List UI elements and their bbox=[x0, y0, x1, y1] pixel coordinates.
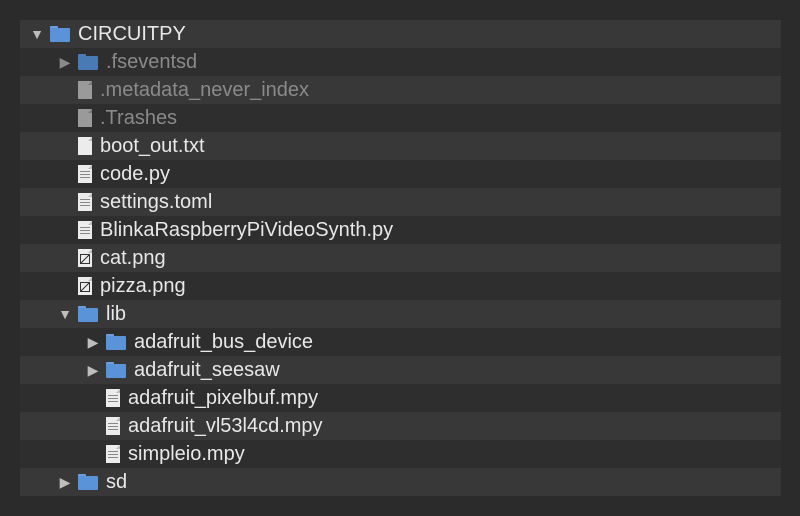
folder-icon bbox=[78, 474, 98, 490]
tree-row-label: pizza.png bbox=[100, 275, 186, 297]
tree-row-label: .fseventsd bbox=[106, 51, 198, 73]
collapsed-chevron-icon[interactable]: ▶ bbox=[86, 334, 100, 350]
file-tree: ▼ CIRCUITPY ▶ .fseventsd .metadata_never… bbox=[20, 20, 781, 496]
tree-row-label: code.py bbox=[100, 163, 171, 185]
script-file-icon bbox=[106, 389, 120, 407]
tree-row-code-py[interactable]: code.py bbox=[20, 160, 781, 188]
tree-row-adafruit-seesaw[interactable]: ▶ adafruit_seesaw bbox=[20, 356, 781, 384]
tree-row-pizza-png[interactable]: pizza.png bbox=[20, 272, 781, 300]
tree-row-adafruit-pixelbuf[interactable]: adafruit_pixelbuf.mpy bbox=[20, 384, 781, 412]
collapsed-chevron-icon[interactable]: ▶ bbox=[86, 362, 100, 378]
tree-row-circuitpy[interactable]: ▼ CIRCUITPY bbox=[20, 20, 781, 48]
script-file-icon bbox=[78, 221, 92, 239]
tree-row-trashes[interactable]: .Trashes bbox=[20, 104, 781, 132]
tree-row-adafruit-vl53l4cd[interactable]: adafruit_vl53l4cd.mpy bbox=[20, 412, 781, 440]
tree-row-simpleio[interactable]: simpleio.mpy bbox=[20, 440, 781, 468]
tree-row-settings-toml[interactable]: settings.toml bbox=[20, 188, 781, 216]
expanded-chevron-icon[interactable]: ▼ bbox=[30, 26, 44, 42]
collapsed-chevron-icon[interactable]: ▶ bbox=[58, 54, 72, 70]
tree-row-metadata-never-index[interactable]: .metadata_never_index bbox=[20, 76, 781, 104]
tree-row-adafruit-bus-device[interactable]: ▶ adafruit_bus_device bbox=[20, 328, 781, 356]
folder-icon bbox=[78, 306, 98, 322]
folder-icon bbox=[50, 26, 70, 42]
tree-row-label: sd bbox=[106, 471, 128, 493]
tree-row-blinka-video-synth[interactable]: BlinkaRaspberryPiVideoSynth.py bbox=[20, 216, 781, 244]
tree-row-label: CIRCUITPY bbox=[78, 23, 186, 45]
collapsed-chevron-icon[interactable]: ▶ bbox=[58, 474, 72, 490]
script-file-icon bbox=[106, 445, 120, 463]
tree-row-label: adafruit_seesaw bbox=[134, 359, 280, 381]
file-icon bbox=[78, 109, 92, 127]
tree-row-label: lib bbox=[106, 303, 127, 325]
tree-row-label: .metadata_never_index bbox=[100, 79, 310, 101]
script-file-icon bbox=[78, 193, 92, 211]
tree-row-label: adafruit_vl53l4cd.mpy bbox=[128, 415, 323, 437]
file-icon bbox=[78, 81, 92, 99]
tree-row-fseventsd[interactable]: ▶ .fseventsd bbox=[20, 48, 781, 76]
folder-icon bbox=[106, 334, 126, 350]
tree-row-label: adafruit_pixelbuf.mpy bbox=[128, 387, 319, 409]
image-file-icon bbox=[78, 277, 92, 295]
expanded-chevron-icon[interactable]: ▼ bbox=[58, 306, 72, 322]
tree-row-boot-out-txt[interactable]: boot_out.txt bbox=[20, 132, 781, 160]
tree-row-label: BlinkaRaspberryPiVideoSynth.py bbox=[100, 219, 394, 241]
tree-row-label: .Trashes bbox=[100, 107, 178, 129]
tree-row-label: settings.toml bbox=[100, 191, 213, 213]
folder-icon bbox=[78, 54, 98, 70]
tree-row-label: cat.png bbox=[100, 247, 166, 269]
image-file-icon bbox=[78, 249, 92, 267]
tree-row-lib[interactable]: ▼ lib bbox=[20, 300, 781, 328]
script-file-icon bbox=[106, 417, 120, 435]
folder-icon bbox=[106, 362, 126, 378]
tree-row-label: simpleio.mpy bbox=[128, 443, 245, 465]
script-file-icon bbox=[78, 165, 92, 183]
text-file-icon bbox=[78, 137, 92, 155]
tree-row-label: adafruit_bus_device bbox=[134, 331, 314, 353]
tree-row-label: boot_out.txt bbox=[100, 135, 205, 157]
tree-row-cat-png[interactable]: cat.png bbox=[20, 244, 781, 272]
tree-row-sd[interactable]: ▶ sd bbox=[20, 468, 781, 496]
